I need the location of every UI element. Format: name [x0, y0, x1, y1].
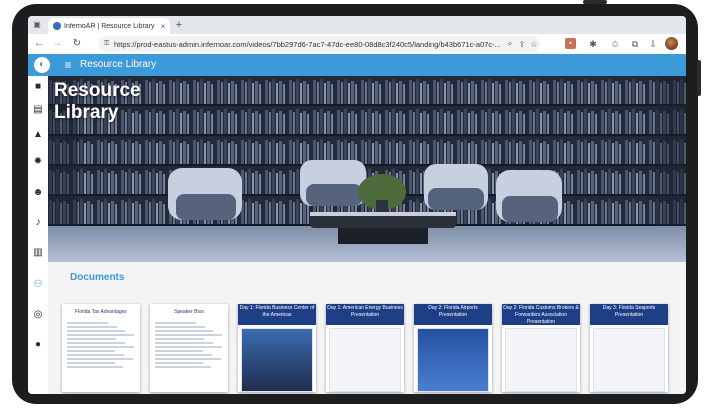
document-card[interactable]: Day 2: Florida Airports Presentation — [414, 304, 492, 392]
url-text[interactable]: https://prod-eastus-admin.infernoar.com/… — [114, 40, 504, 49]
browser-tab-strip: ▣ InfernoAR | Resource Library × + — [28, 16, 686, 34]
documents-list: Florida Tax Advantages Speaker Bios Day 1:… — [62, 304, 686, 394]
document-card[interactable]: Speaker Bios — [150, 304, 228, 392]
app-header: ◐ ≡ Resource Library — [28, 54, 686, 76]
search-icon[interactable]: ⌕ — [504, 39, 516, 49]
document-title: Day 1: Florida Business Center of the Am… — [238, 304, 316, 325]
tablet-screen: ▣ InfernoAR | Resource Library × + ← → ↻… — [28, 16, 686, 394]
info-icon[interactable]: ● — [31, 338, 45, 352]
favicon-icon — [53, 22, 61, 30]
document-title: Speaker Bios — [150, 308, 228, 319]
share-icon[interactable]: ⇪ — [516, 40, 528, 49]
extension-puzzle-icon[interactable]: ✱ — [586, 37, 600, 51]
downloads-icon[interactable]: ⇩ — [646, 37, 660, 51]
document-title: Day 3: Florida Seaports Presentation — [590, 304, 668, 325]
people-icon[interactable]: ☻ — [31, 186, 45, 200]
extension-icon[interactable]: ▪ — [565, 38, 576, 49]
document-cover-image — [593, 328, 665, 392]
site-info-icon[interactable]: ⚿ — [104, 40, 114, 48]
reload-icon[interactable]: ↻ — [70, 37, 84, 51]
sidebar: ■ ▤ ▲ ✹ ☻ ♪ ▥ ⚇ ◎ ● — [28, 76, 49, 394]
document-title: Day 2: Florida Airports Presentation — [414, 304, 492, 325]
forward-arrow-icon[interactable]: → — [50, 37, 64, 51]
profile-avatar[interactable] — [665, 37, 678, 50]
document-cover-image — [505, 328, 577, 392]
collections-icon[interactable]: ⧉ — [628, 37, 642, 51]
back-arrow-icon[interactable]: ← — [32, 37, 46, 51]
document-preview-lines — [67, 322, 135, 368]
browser-tab[interactable]: InfernoAR | Resource Library × — [48, 18, 170, 34]
building-icon[interactable]: ▥ — [31, 246, 45, 260]
bookmark-star-icon[interactable]: ☆ — [528, 40, 540, 49]
main-content: Resource Library Documents Florida Tax A… — [48, 76, 686, 394]
tab-actions-icon[interactable]: ▣ — [32, 20, 42, 30]
document-cover-image — [417, 328, 489, 392]
hamburger-menu-icon[interactable]: ≡ — [62, 58, 74, 72]
documents-heading: Documents — [70, 272, 125, 283]
stage-icon[interactable]: ▲ — [31, 128, 45, 142]
favorites-icon[interactable]: ✩ — [608, 37, 622, 51]
document-preview-lines — [155, 322, 223, 368]
hero-title-line2: Library — [54, 102, 119, 123]
store-icon[interactable]: ▤ — [31, 103, 45, 117]
video-camera-icon[interactable]: ■ — [31, 80, 45, 94]
tablet-volume-button — [697, 60, 701, 96]
document-cover-image — [241, 328, 313, 392]
microphone-icon[interactable]: ♪ — [31, 216, 45, 230]
document-cover-image — [329, 328, 401, 392]
document-card[interactable]: Florida Tax Advantages — [62, 304, 140, 392]
tab-title: InfernoAR | Resource Library — [64, 22, 155, 30]
gear-icon[interactable]: ✹ — [31, 155, 45, 169]
address-bar[interactable]: ⚿ https://prod-eastus-admin.infernoar.co… — [98, 36, 540, 52]
hero-banner: Resource Library — [48, 76, 686, 262]
support-icon[interactable]: ◎ — [31, 308, 45, 322]
hero-title: Resource Library — [54, 80, 141, 124]
globe-people-icon[interactable]: ⚇ — [31, 278, 45, 292]
library-lounge-image — [48, 76, 686, 262]
tablet-power-button — [583, 0, 607, 4]
document-card[interactable]: Day 2: Florida Customs Brokers & Forward… — [502, 304, 580, 392]
app-logo-icon[interactable]: ◐ — [34, 57, 50, 73]
document-card[interactable]: Day 3: Florida Seaports Presentation — [590, 304, 668, 392]
tab-close-icon[interactable]: × — [159, 22, 167, 31]
document-title: Day 2: Florida Customs Brokers & Forward… — [502, 304, 580, 325]
document-title: Florida Tax Advantages — [62, 308, 140, 319]
browser-toolbar: ← → ↻ ⚿ https://prod-eastus-admin.infern… — [28, 34, 686, 55]
hero-title-line1: Resource — [54, 80, 141, 101]
document-card[interactable]: Day 1: Florida Business Center of the Am… — [238, 304, 316, 392]
document-title: Day 1: American Energy Business Presenta… — [326, 304, 404, 325]
app-header-title: Resource Library — [80, 59, 157, 70]
new-tab-button[interactable]: + — [172, 18, 186, 32]
document-card[interactable]: Day 1: American Energy Business Presenta… — [326, 304, 404, 392]
